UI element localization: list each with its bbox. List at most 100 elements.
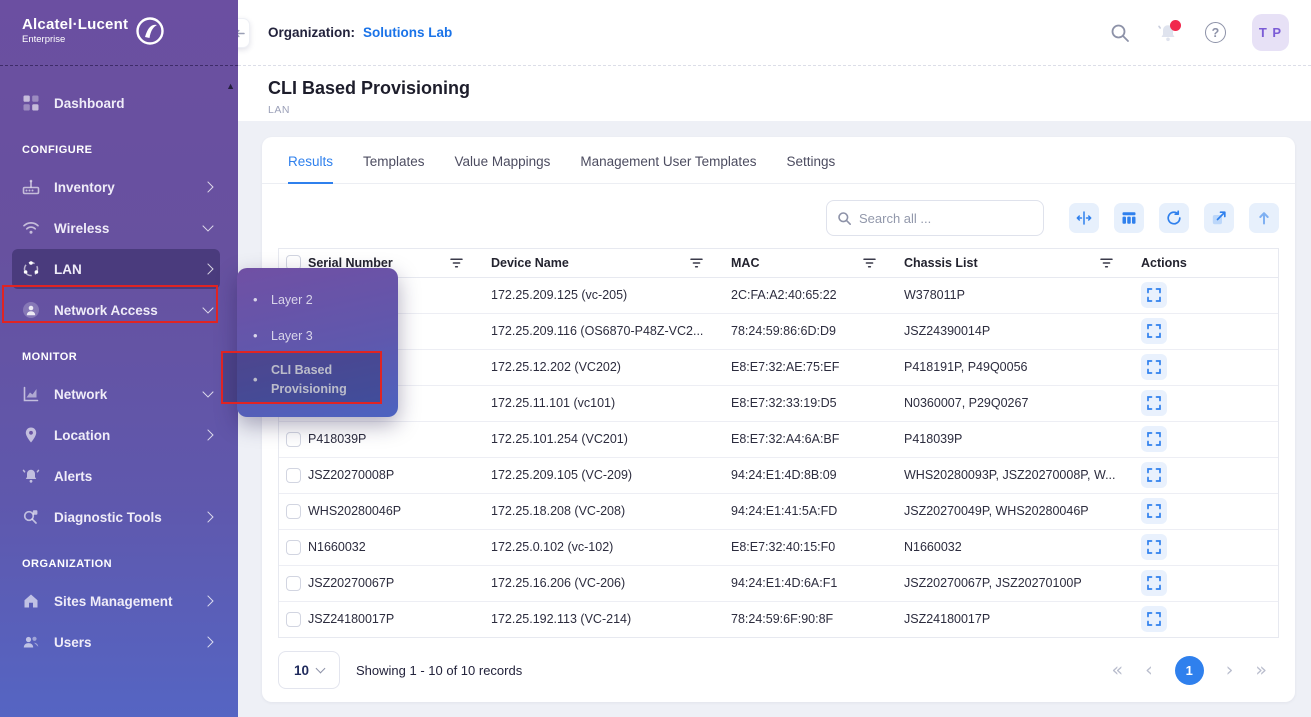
serial-cell: JSZ20270008P [308,457,491,493]
expand-corners-icon [1147,324,1161,338]
table-row: 172.25.209.116 (OS6870-P48Z-VC2...78:24:… [279,313,1278,349]
chevron-right-icon [202,263,213,274]
sidebar-item-network[interactable]: Network [12,374,220,414]
sidebar-item-wireless[interactable]: Wireless [12,208,220,248]
tab-settings[interactable]: Settings [786,154,835,184]
expand-action-button[interactable] [1141,390,1167,416]
table-row: P418039P172.25.101.254 (VC201)E8:E7:32:A… [279,421,1278,457]
chevron-right-icon [202,595,213,606]
chassis-cell: WHS20280093P, JSZ20270008P, W... [904,457,1141,493]
device-cell: 172.25.11.101 (vc101) [491,385,731,421]
breadcrumb: LAN [268,104,1287,116]
upload-button[interactable] [1249,203,1279,233]
flyout-item-layer-3[interactable]: • Layer 3 [237,318,398,354]
tab-management-user-templates[interactable]: Management User Templates [580,154,756,184]
lan-submenu-flyout: • Layer 2 • Layer 3 • CLI Based Provisio… [237,268,398,417]
device-cell: 172.25.0.102 (vc-102) [491,529,731,565]
sidebar-item-label: Location [54,428,110,443]
row-checkbox[interactable] [286,468,301,483]
table-row: JSZ20270008P172.25.209.105 (VC-209)94:24… [279,457,1278,493]
filter-icon[interactable] [690,258,703,268]
serial-cell: WHS20280046P [308,493,491,529]
sidebar-item-label: Network Access [54,303,158,318]
users-icon [22,633,40,651]
sidebar-item-network-access[interactable]: Network Access [12,290,220,330]
lan-network-icon [22,260,40,278]
bullet-icon: • [253,294,259,306]
page-size-select[interactable]: 10 [278,651,340,689]
flyout-item-cli-based-provisioning[interactable]: • CLI Based Provisioning [237,354,398,406]
sidebar-item-dashboard[interactable]: Dashboard [12,83,220,123]
device-cell: 172.25.192.113 (VC-214) [491,601,731,637]
next-page-button[interactable]: › [1226,661,1234,680]
search-input[interactable] [859,211,1033,226]
expand-action-button[interactable] [1141,426,1167,452]
expand-action-button[interactable] [1141,282,1167,308]
fit-columns-icon [1076,210,1092,226]
records-summary: Showing 1 - 10 of 10 records [356,663,522,678]
expand-corners-icon [1147,504,1161,518]
search-icon[interactable] [1109,22,1131,44]
sidebar-item-sites-management[interactable]: Sites Management [12,581,220,621]
chevron-down-icon [202,220,213,231]
mac-cell: E8:E7:32:33:19:D5 [731,385,904,421]
sidebar-scroll-up-icon[interactable]: ▲ [226,82,235,91]
app-root: Alcatel·Lucent Enterprise ▲ Dashboard CO… [0,0,1311,717]
mac-cell: 2C:FA:A2:40:65:22 [731,277,904,313]
row-checkbox[interactable] [286,432,301,447]
sidebar-item-diagnostic-tools[interactable]: Diagnostic Tools [12,497,220,537]
table-toolbar [262,184,1295,248]
refresh-button[interactable] [1159,203,1189,233]
flyout-item-layer-2[interactable]: • Layer 2 [237,282,398,318]
row-checkbox[interactable] [286,576,301,591]
filter-icon[interactable] [863,258,876,268]
last-page-button[interactable]: » [1255,661,1267,680]
fit-columns-button[interactable] [1069,203,1099,233]
first-page-button[interactable]: « [1112,661,1124,680]
columns-button[interactable] [1114,203,1144,233]
sidebar-item-location[interactable]: Location [12,415,220,455]
sidebar-item-users[interactable]: Users [12,622,220,662]
expand-action-button[interactable] [1141,318,1167,344]
sidebar-item-label: Inventory [54,180,115,195]
tab-results[interactable]: Results [288,154,333,184]
row-checkbox[interactable] [286,540,301,555]
expand-corners-icon [1147,288,1161,302]
brand-logo-icon [136,17,164,45]
expand-action-button[interactable] [1141,462,1167,488]
filter-icon[interactable] [450,258,463,268]
sidebar: Alcatel·Lucent Enterprise ▲ Dashboard CO… [0,0,238,717]
sidebar-item-inventory[interactable]: Inventory [12,167,220,207]
sidebar-item-lan[interactable]: LAN [12,249,220,289]
expand-action-button[interactable] [1141,570,1167,596]
table-row: 172.25.12.202 (VC202)E8:E7:32:AE:75:EFP4… [279,349,1278,385]
help-icon[interactable]: ? [1205,22,1226,43]
filter-icon[interactable] [1100,258,1113,268]
row-checkbox[interactable] [286,612,301,627]
current-page-button[interactable]: 1 [1175,656,1204,685]
expand-action-button[interactable] [1141,354,1167,380]
sidebar-item-alerts[interactable]: Alerts [12,456,220,496]
expand-action-button[interactable] [1141,498,1167,524]
chevron-right-icon [202,636,213,647]
column-header-device: Device Name [491,256,569,270]
tab-value-mappings[interactable]: Value Mappings [455,154,551,184]
results-card: Results Templates Value Mappings Managem… [262,137,1295,702]
mac-cell: 94:24:E1:4D:6A:F1 [731,565,904,601]
row-checkbox[interactable] [286,504,301,519]
tab-templates[interactable]: Templates [363,154,425,184]
sidebar-item-label: Wireless [54,221,109,236]
mac-cell: 78:24:59:6F:90:8F [731,601,904,637]
expand-action-button[interactable] [1141,606,1167,632]
table-row: JSZ20270067P172.25.16.206 (VC-206)94:24:… [279,565,1278,601]
user-avatar[interactable]: T P [1252,14,1289,51]
open-external-button[interactable] [1204,203,1234,233]
expand-action-button[interactable] [1141,534,1167,560]
prev-page-button[interactable]: ‹ [1145,661,1153,680]
notifications-bell-icon[interactable] [1157,22,1179,44]
organization-link[interactable]: Solutions Lab [363,25,452,40]
bell-alert-icon [22,467,40,485]
mac-cell: 94:24:E1:41:5A:FD [731,493,904,529]
table-row: JSZ24180017P172.25.192.113 (VC-214)78:24… [279,601,1278,637]
chassis-cell: N1660032 [904,529,1141,565]
